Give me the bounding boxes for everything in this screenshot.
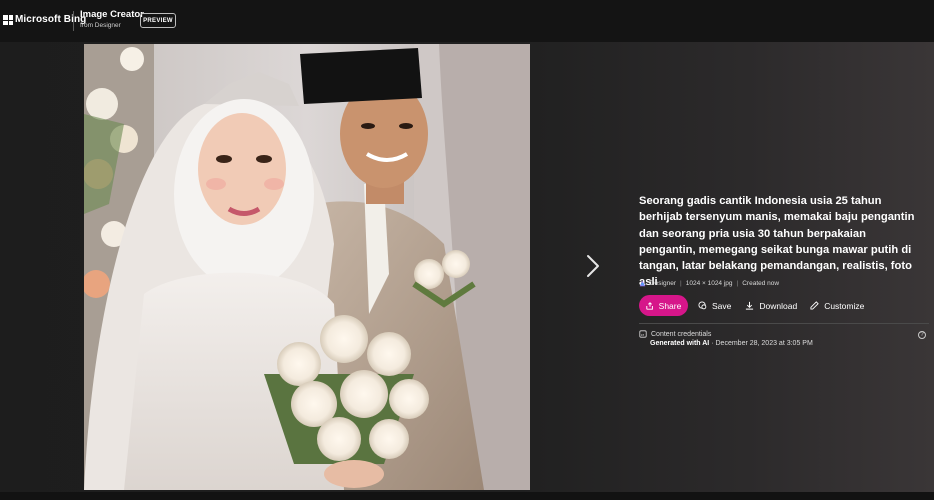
product-subtitle-text: from Designer	[80, 21, 121, 29]
microsoft-logo-icon[interactable]	[3, 15, 13, 25]
top-bar: Microsoft Bing Image Creator from Design…	[0, 0, 934, 42]
brand-name[interactable]: Microsoft Bing	[15, 14, 86, 25]
share-button[interactable]: Share	[639, 295, 688, 316]
next-image-button[interactable]	[582, 252, 604, 280]
product-title-text: Image Creator	[80, 9, 144, 20]
panel-divider	[639, 323, 929, 324]
meta-created: Created now	[742, 279, 780, 287]
share-icon	[645, 301, 653, 310]
product-title[interactable]: Image Creator from Designer	[80, 10, 144, 29]
svg-text:cr: cr	[641, 332, 645, 337]
help-icon[interactable]: ?	[918, 331, 926, 339]
credentials-date: December 28, 2023 at 3:05 PM	[715, 340, 813, 347]
credentials-detail: Generated with AI · December 28, 2023 at…	[650, 340, 813, 347]
share-label: Share	[658, 300, 682, 311]
meta-separator: |	[680, 279, 682, 287]
chevron-right-icon	[587, 255, 599, 277]
generated-image[interactable]	[84, 44, 530, 490]
preview-badge: PREVIEW	[140, 13, 176, 28]
image-meta: Designer | 1024 × 1024 jpg | Created now	[639, 277, 779, 289]
meta-separator: |	[736, 279, 739, 287]
bottom-strip	[0, 492, 934, 500]
save-label: Save	[712, 300, 732, 311]
customize-button[interactable]: Customize	[810, 301, 864, 311]
customize-label: Customize	[824, 300, 865, 311]
download-button[interactable]: Download	[745, 301, 797, 311]
content-credentials[interactable]: cr Content credentials	[639, 330, 711, 338]
action-bar: Share Save Download Customize	[639, 295, 864, 316]
customize-icon	[810, 301, 819, 310]
meta-resolution: 1024 × 1024 jpg	[685, 279, 733, 287]
save-icon	[698, 301, 707, 310]
download-label: Download	[759, 300, 798, 311]
download-icon	[746, 301, 754, 310]
credentials-title: Content credentials	[651, 330, 712, 338]
content-credentials-icon: cr	[639, 330, 647, 338]
save-button[interactable]: Save	[698, 301, 731, 311]
meta-source: Designer	[650, 279, 677, 287]
designer-icon	[639, 280, 646, 286]
header-divider	[73, 11, 74, 31]
credentials-generated: Generated with AI	[650, 340, 710, 347]
